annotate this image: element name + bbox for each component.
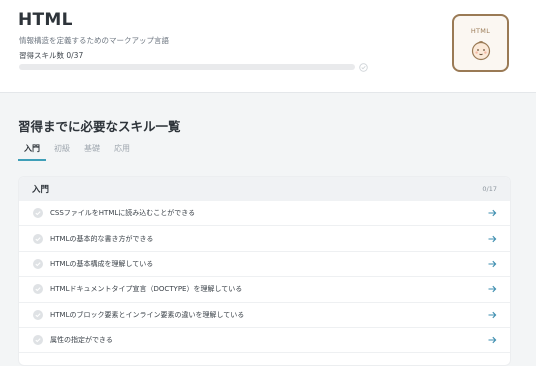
arrow-right-icon[interactable] (488, 260, 497, 268)
level-card-count: 0/17 (482, 185, 497, 193)
check-circle-icon (33, 284, 43, 295)
arrow-right-icon[interactable] (488, 235, 497, 243)
arrow-right-icon[interactable] (488, 336, 497, 344)
skill-item[interactable]: CSSファイルをHTMLに読み込むことができる (19, 201, 510, 227)
level-card-header: 入門 0/17 (19, 177, 510, 201)
skill-item[interactable]: HTMLドキュメントタイプ宣言（DOCTYPE）を理解している (19, 277, 510, 303)
skills-section-title: 習得までに必要なスキル一覧 (18, 119, 181, 134)
check-circle-icon (33, 309, 43, 320)
skill-item-label: HTMLの基本構成を理解している (50, 259, 154, 268)
tab-intro[interactable]: 入門 (18, 143, 46, 161)
skill-item[interactable]: HTMLの基本構成を理解している (19, 252, 510, 278)
course-title: HTML (18, 10, 73, 30)
baby-face-icon (471, 41, 491, 61)
check-circle-icon (359, 63, 368, 72)
badge-label: HTML (470, 27, 491, 35)
skill-item[interactable]: HTMLの基本的な書き方ができる (19, 226, 510, 252)
skill-item[interactable]: HTMLのブロック要素とインライン要素の違いを理解している (19, 303, 510, 328)
arrow-right-icon[interactable] (488, 209, 497, 217)
check-circle-icon (33, 258, 43, 269)
check-circle-icon (33, 233, 43, 244)
skill-item-label: 属性の指定ができる (50, 336, 113, 345)
level-card: 入門 0/17 CSSファイルをHTMLに読み込むことができる HTMLの基本的… (18, 176, 511, 366)
progress-bar (19, 64, 355, 70)
progress-label: 習得スキル数 0/37 (19, 51, 84, 60)
tab-beginner[interactable]: 初級 (48, 143, 76, 161)
level-tabs: 入門 初級 基礎 応用 (18, 143, 512, 161)
skill-item-label: HTMLのブロック要素とインライン要素の違いを理解している (50, 310, 245, 319)
skill-item-label: CSSファイルをHTMLに読み込むことができる (50, 209, 196, 218)
arrow-right-icon[interactable] (488, 285, 497, 293)
course-subtitle: 情報構造を定義するためのマークアップ言語 (19, 36, 169, 45)
course-badge: HTML (452, 14, 509, 72)
check-circle-icon (33, 208, 43, 219)
tab-advanced[interactable]: 応用 (108, 143, 136, 161)
arrow-right-icon[interactable] (488, 311, 497, 319)
course-header: HTML 情報構造を定義するためのマークアップ言語 習得スキル数 0/37 HT… (0, 0, 536, 93)
tab-basic[interactable]: 基礎 (78, 143, 106, 161)
skill-item-label: HTMLの基本的な書き方ができる (50, 234, 154, 243)
skill-item[interactable]: 属性の指定ができる (19, 328, 510, 354)
check-circle-icon (33, 335, 43, 346)
skill-item-label: HTMLドキュメントタイプ宣言（DOCTYPE）を理解している (50, 285, 243, 294)
level-card-title: 入門 (32, 185, 50, 195)
